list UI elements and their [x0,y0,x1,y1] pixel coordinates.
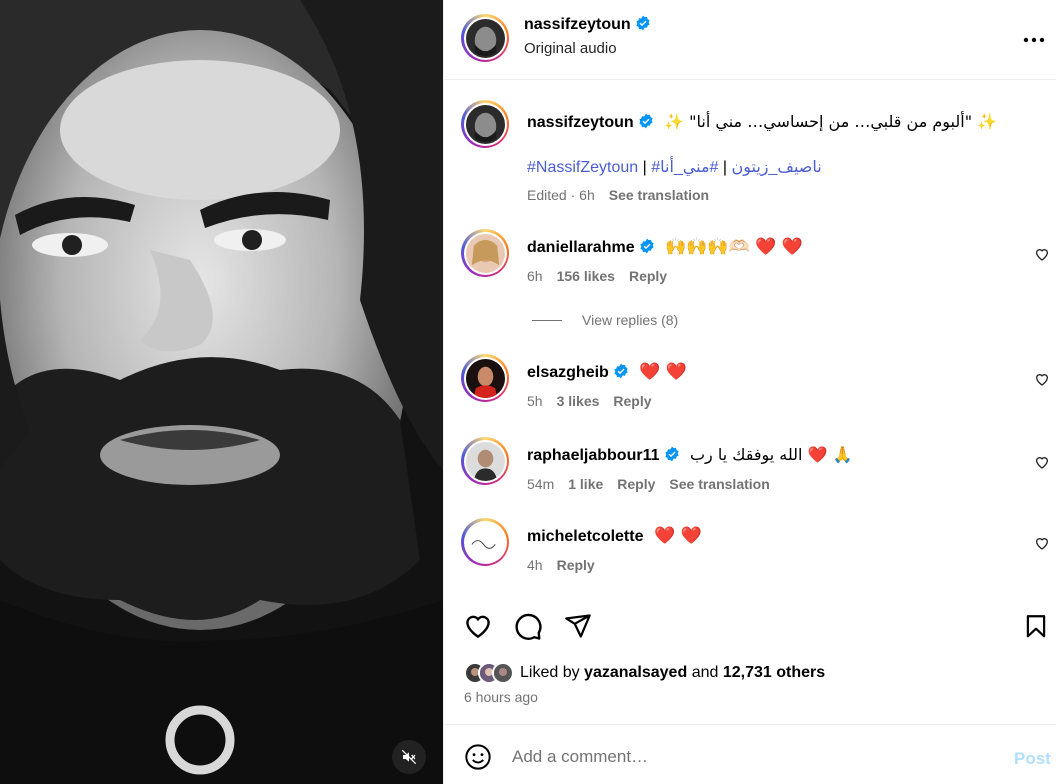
hashtag-link[interactable]: #NassifZeytoun [527,159,638,176]
hashtag-link[interactable]: #مني_أنا [660,159,718,176]
mute-toggle-button[interactable] [392,740,426,774]
comment-meta: 54m 1 like Reply See translation [527,476,784,492]
audio-label[interactable]: Original audio [524,40,617,57]
caption-username[interactable]: nassifzeytoun [527,114,634,131]
verified-badge-icon [640,238,654,254]
hashtag-separator: | [638,159,652,176]
reply-button[interactable]: Reply [617,476,655,492]
comment-text: ❤️ ❤️ [639,362,688,382]
liker-avatar [492,662,514,684]
author-avatar[interactable] [461,14,509,62]
comment-text: الله يوفقك يا رب ❤️ 🙏 [689,445,853,464]
comment-time: 5h [527,393,543,409]
commenter-avatar[interactable] [461,354,509,402]
see-translation-link[interactable]: See translation [669,476,769,492]
view-replies-line [532,319,562,321]
caption-text: ✨ "ألبوم من قلبي… من إحساسي… مني أنا" ✨ [664,112,998,131]
post-comment-button[interactable]: Post [1014,749,1051,769]
more-horizontal-icon [1023,37,1045,43]
comment-likes-count[interactable]: 156 likes [557,268,615,284]
likes-count-link[interactable]: 12,731 others [723,664,825,682]
comment-likes-count[interactable]: 3 likes [557,393,600,409]
post-media-video[interactable] [0,0,443,784]
video-frame-portrait [0,0,443,784]
comment-meta: 6h 156 likes Reply [527,268,681,284]
comment-meta: 4h Reply [527,557,609,573]
comment-likes-count[interactable]: 1 like [568,476,603,492]
commenter-username[interactable]: elsazgheib [527,364,609,381]
more-options-button[interactable] [1020,26,1048,54]
comment-time: 54m [527,476,555,492]
view-replies-label: View replies (8) [582,312,679,328]
heart-outline-icon[interactable] [1034,371,1050,387]
commenter-username[interactable]: micheletcolette [527,528,643,545]
save-button[interactable] [1020,610,1052,642]
reply-button[interactable]: Reply [629,268,667,284]
caption-time: 6h [579,187,595,203]
add-comment-bar: Post [444,724,1056,784]
speaker-muted-icon [401,749,417,765]
commenter-avatar[interactable] [461,518,509,566]
comments-list: nassifzeytoun ✨ "ألبوم من قلبي… من إحساس… [444,80,1056,590]
author-avatar[interactable] [461,100,509,148]
liker-avatars[interactable] [464,662,514,684]
comment-bubble-icon [515,613,542,640]
verified-badge-icon [664,446,679,462]
hashtag-separator: | [718,159,732,176]
share-button[interactable] [562,610,594,642]
liked-by-summary: Liked by yazanalsayed and 12,731 others [464,660,825,686]
caption-hashtags: #NassifZeytoun | #ناصيف_زيتون | #مني_أنا [527,157,822,177]
liked-by-prefix: Liked by [520,664,580,681]
smiley-icon[interactable] [464,743,492,771]
post-timestamp[interactable]: 6 hours ago [464,689,538,705]
author-username[interactable]: nassifzeytoun [524,16,631,33]
verified-badge-icon [636,15,650,31]
verified-badge-icon [614,363,628,379]
commenter-username[interactable]: raphaeljabbour11 [527,447,660,464]
comment-text: 🙌🙌🙌🫶🏻 ❤️ ❤️ [665,237,803,257]
comment-input[interactable] [512,741,992,773]
see-translation-link[interactable]: See translation [609,187,709,203]
post-header: nassifzeytoun Original audio [444,0,1056,80]
reply-button[interactable]: Reply [613,393,651,409]
heart-outline-icon [466,615,490,639]
heart-outline-icon[interactable] [1034,535,1050,551]
comment-text: ❤️ ❤️ [653,526,702,546]
post-actions-bar [444,600,1056,650]
comment-time: 6h [527,268,543,284]
bookmark-icon [1026,615,1046,638]
liked-by-user-link[interactable]: yazanalsayed [584,664,687,682]
verified-badge-icon [639,113,653,129]
edited-label: Edited [527,187,567,203]
commenter-username[interactable]: daniellarahme [527,239,635,256]
comment-meta: 5h 3 likes Reply [527,393,666,409]
comment-button[interactable] [512,610,544,642]
heart-outline-icon[interactable] [1034,246,1050,262]
view-replies-button[interactable]: View replies (8) [532,312,678,328]
paper-plane-icon [565,614,591,638]
post-detail-panel: nassifzeytoun Original audio nassifzeyto… [443,0,1056,784]
comment-time: 4h [527,557,543,573]
commenter-avatar[interactable] [461,437,509,485]
liked-by-and: and [691,664,719,681]
caption-meta: Edited · 6h See translation [527,187,710,203]
like-button[interactable] [462,610,494,642]
commenter-avatar[interactable] [461,229,509,277]
heart-outline-icon[interactable] [1034,454,1050,470]
reply-button[interactable]: Reply [557,557,595,573]
